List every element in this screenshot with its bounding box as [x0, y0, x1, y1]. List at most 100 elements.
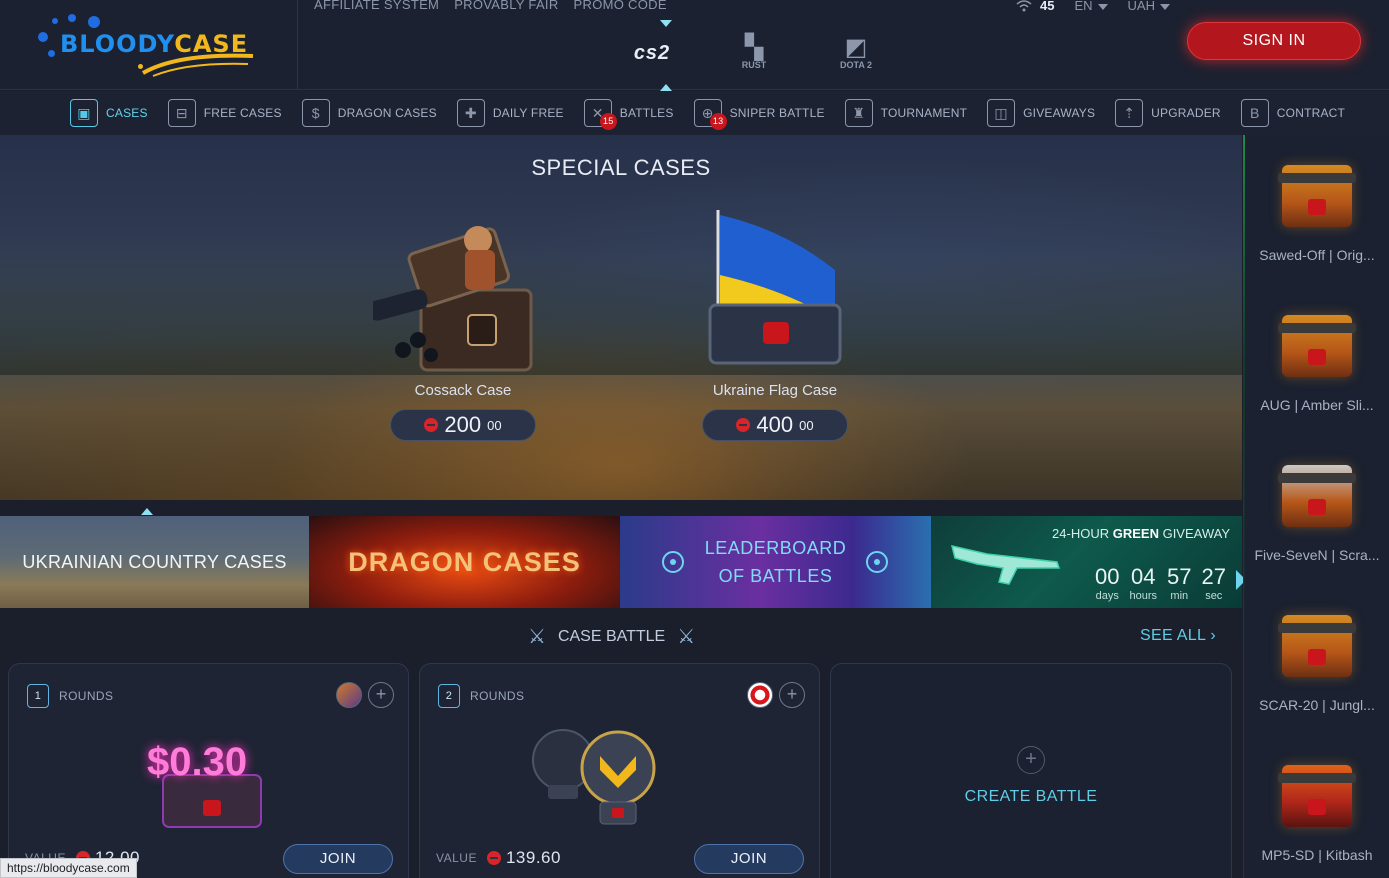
battle-card[interactable]: 1ROUNDS + $0.30 VALUE12.00 JOIN — [8, 663, 409, 878]
nav-label: DRAGON CASES — [337, 106, 437, 120]
target-icon — [662, 551, 684, 573]
top-nav: AFFILIATE SYSTEM PROVABLY FAIR PROMO COD… — [314, 0, 667, 12]
case-battle-heading: ⚔ CASE BATTLE ⚔ — [528, 624, 695, 649]
nav-sniper-battle[interactable]: ⊕ 13 SNIPER BATTLE — [693, 99, 825, 130]
live-drops-sidebar: Sawed-Off | Orig... AUG | Amber Sli... F… — [1243, 135, 1389, 878]
topnav-promo-code[interactable]: PROMO CODE — [574, 0, 667, 12]
header-divider — [297, 0, 298, 90]
rounds-count: 1 — [27, 684, 49, 708]
nav-contract[interactable]: B CONTRACT — [1240, 99, 1345, 127]
category-nav: ▣ CASES ⊟ FREE CASES $ DRAGON CASES ✚ DAILY … — [0, 91, 1389, 135]
create-battle-card[interactable]: + CREATE BATTLE — [830, 663, 1232, 878]
nav-label: DAILY FREE — [492, 106, 564, 120]
language-select[interactable]: EN — [1074, 0, 1108, 13]
topnav-provably-fair[interactable]: PROVABLY FAIR — [454, 0, 558, 12]
game-dota2[interactable]: ◩ DOTA 2 — [824, 30, 888, 76]
rounds-count: 2 — [438, 684, 460, 708]
case-drop-image — [1278, 765, 1356, 827]
countdown-hours: 04 hours — [1130, 564, 1158, 602]
trophy-icon: ♜ — [844, 99, 873, 127]
special-cases-hero: SPECIAL CASES Cossack Case 200 00 Ukrain… — [0, 135, 1242, 500]
nav-daily-free[interactable]: ✚ DAILY FREE — [456, 99, 564, 127]
battle-card[interactable]: 2 ROUNDS + VALUE 139.60 JOIN — [419, 663, 820, 878]
battle-value: VALUE 139.60 — [436, 848, 561, 868]
banner-label: UKRAINIAN COUNTRY CASES — [22, 551, 287, 572]
nav-label: TOURNAMENT — [880, 106, 968, 120]
live-drop-item[interactable]: Sawed-Off | Orig... — [1244, 135, 1389, 285]
countdown-sec: 27 sec — [1202, 564, 1226, 602]
banner-green-giveaway[interactable]: 24-HOUR GREEN GIVEAWAY 00 days 04 hours 57… — [931, 516, 1242, 608]
banner-label: DRAGON CASES — [348, 546, 581, 577]
battle-players: + — [336, 682, 394, 708]
leaderboard-line2: OF BATTLES — [718, 566, 833, 586]
currency-select[interactable]: UAH — [1128, 0, 1170, 13]
live-drop-item[interactable]: SCAR-20 | Jungl... — [1244, 585, 1389, 735]
chest-icon: ▣ — [70, 99, 98, 127]
header: BLOODYCASE AFFILIATE SYSTEM PROVABLY FAI… — [0, 0, 1389, 91]
battle-case-image — [532, 729, 656, 825]
nav-cases[interactable]: ▣ CASES — [70, 99, 148, 127]
case-drop-image — [1278, 315, 1356, 377]
page: BLOODYCASE AFFILIATE SYSTEM PROVABLY FAI… — [0, 0, 1389, 878]
live-drop-item[interactable]: Five-SeveN | Scra... — [1244, 435, 1389, 585]
online-count: 45 — [1040, 0, 1055, 13]
giveaway-countdown: 00 days 04 hours 57 min 27 sec — [1095, 564, 1226, 602]
nav-battles[interactable]: ✕ 15 BATTLES — [583, 99, 674, 130]
chevron-down-icon — [1159, 3, 1170, 10]
nav-label: GIVEAWAYS — [1023, 106, 1096, 120]
case-card[interactable]: Cossack Case 200 00 — [368, 210, 553, 441]
nav-upgrader[interactable]: ⇡ UPGRADER — [1115, 99, 1221, 127]
banner-dragon-cases[interactable]: DRAGON CASES — [309, 516, 620, 608]
giveaway-title: 24-HOUR GREEN GIVEAWAY — [1052, 526, 1230, 541]
join-button[interactable]: JOIN — [283, 844, 393, 874]
drop-item-name: Five-SeveN | Scra... — [1254, 547, 1380, 563]
rust-icon: ▚ — [744, 34, 764, 61]
countdown-value: 04 — [1131, 564, 1156, 589]
countdown-label: hours — [1129, 590, 1158, 602]
rounds-label: ROUNDS — [59, 689, 114, 703]
live-drops-accent — [1243, 135, 1245, 878]
promo-banners: UKRAINIAN COUNTRY CASES DRAGON CASES LEA… — [0, 516, 1242, 608]
ukraine-flag-case-image — [685, 210, 865, 380]
hero-landscape — [0, 255, 1242, 375]
battle-rounds: 2 ROUNDS — [438, 684, 524, 708]
add-player-icon[interactable]: + — [368, 682, 394, 708]
nav-giveaways[interactable]: ◫ GIVEAWAYS — [987, 99, 1095, 127]
banner-leaderboard[interactable]: LEADERBOARD OF BATTLES — [620, 516, 931, 608]
drop-item-name: SCAR-20 | Jungl... — [1259, 697, 1375, 713]
case-promo-value: $0.30 — [147, 740, 248, 784]
live-drop-item[interactable]: AUG | Amber Sli... — [1244, 285, 1389, 435]
nav-label: BATTLES — [619, 106, 674, 120]
drop-item-name: AUG | Amber Sli... — [1260, 397, 1374, 413]
nav-label: UPGRADER — [1151, 106, 1221, 120]
rifle-icon — [950, 544, 1061, 585]
nav-tournament[interactable]: ♜ TOURNAMENT — [844, 99, 968, 127]
topnav-affiliate[interactable]: AFFILIATE SYSTEM — [314, 0, 439, 12]
case-card[interactable]: Ukraine Flag Case 400 00 — [685, 210, 865, 441]
hero-title: SPECIAL CASES — [531, 155, 711, 180]
game-rust[interactable]: ▚ RUST — [722, 30, 786, 76]
daily-gift-icon: ✚ — [456, 99, 485, 127]
drop-item-name: Sawed-Off | Orig... — [1259, 247, 1375, 263]
sign-in-button[interactable]: SIGN IN — [1187, 22, 1361, 60]
game-switcher: cs2 ▚ RUST ◩ DOTA 2 — [620, 30, 888, 76]
create-battle-label: CREATE BATTLE — [964, 788, 1098, 805]
countdown-value: 57 — [1167, 564, 1192, 589]
upgrade-icon: ⇡ — [1115, 99, 1144, 127]
join-button[interactable]: JOIN — [694, 844, 804, 874]
chevron-down-icon — [1097, 3, 1108, 10]
add-player-icon[interactable]: + — [779, 682, 805, 708]
price-int: 200 — [444, 412, 482, 437]
banner-ukrainian-cases[interactable]: UKRAINIAN COUNTRY CASES — [0, 516, 309, 608]
crossed-swords-icon: ⚔ — [528, 626, 546, 648]
nav-dragon-cases[interactable]: $ DRAGON CASES — [301, 99, 437, 127]
nav-free-cases[interactable]: ⊟ FREE CASES — [167, 99, 282, 127]
game-cs2[interactable]: cs2 — [620, 30, 684, 76]
see-all-link[interactable]: SEE ALL › — [1140, 627, 1216, 645]
countdown-min: 57 min — [1167, 564, 1191, 602]
browser-status-url: https://bloodycase.com — [0, 858, 137, 878]
countdown-label: days — [1095, 590, 1119, 602]
value-number: 139.60 — [505, 848, 561, 867]
logo[interactable]: BLOODYCASE — [18, 10, 258, 77]
live-drop-item[interactable]: MP5-SD | Kitbash — [1244, 735, 1389, 878]
